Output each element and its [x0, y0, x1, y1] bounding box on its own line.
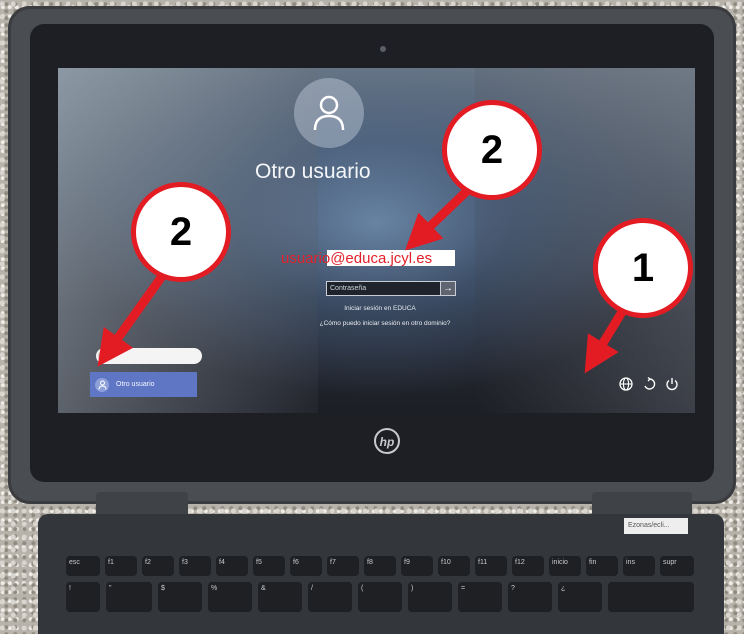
- sign-in-educa-text: Iniciar sesión en EDUCA: [344, 305, 416, 312]
- key-f12: f12: [512, 556, 544, 576]
- other-user-avatar-icon: [95, 377, 109, 392]
- other-domain-link[interactable]: ¿Cómo puedo iniciar sesión en otro domin…: [310, 320, 460, 328]
- key-f10: f10: [438, 556, 470, 576]
- key-0: =: [458, 582, 502, 612]
- asset-sticker: Ezonas/ecli...: [624, 518, 688, 534]
- key-8: (: [358, 582, 402, 612]
- user-avatar-icon: [294, 78, 364, 148]
- user-title: Otro usuario: [255, 160, 371, 183]
- key-5: %: [208, 582, 252, 612]
- webcam: [380, 46, 386, 52]
- submit-arrow-button[interactable]: →: [441, 281, 456, 296]
- key-supr: supr: [660, 556, 694, 576]
- key-backspace: [608, 582, 694, 612]
- key-f8: f8: [364, 556, 396, 576]
- network-globe-icon[interactable]: [618, 376, 634, 392]
- key-f6: f6: [290, 556, 322, 576]
- key-f3: f3: [179, 556, 211, 576]
- key-inicio: inicio: [549, 556, 581, 576]
- callout-left: 2: [131, 182, 231, 282]
- key-2: ": [106, 582, 152, 612]
- key-ins: ins: [623, 556, 655, 576]
- key-f9: f9: [401, 556, 433, 576]
- key-f2: f2: [142, 556, 174, 576]
- callout-right: 1: [593, 218, 693, 318]
- power-icon[interactable]: [664, 376, 680, 392]
- key-7: /: [308, 582, 352, 612]
- key-shift-1: !: [66, 582, 100, 612]
- system-tray: [618, 376, 680, 392]
- key-f4: f4: [216, 556, 248, 576]
- email-hint-overlay: usuario@educa.jcyl.es: [281, 250, 433, 267]
- key-f1: f1: [105, 556, 137, 576]
- other-user-label: Otro usuario: [116, 381, 155, 388]
- hp-logo: hp: [374, 428, 400, 454]
- key-f11: f11: [475, 556, 507, 576]
- previous-user-tile[interactable]: [96, 348, 202, 364]
- accessibility-icon[interactable]: [641, 376, 657, 392]
- key-question: ?: [508, 582, 552, 612]
- key-f7: f7: [327, 556, 359, 576]
- previous-user-avatar-icon: [98, 350, 110, 362]
- password-field[interactable]: Contraseña: [326, 281, 441, 296]
- callout-top: 2: [442, 100, 542, 200]
- password-row: Contraseña →: [326, 281, 456, 296]
- key-inverted-question: ¿: [558, 582, 602, 612]
- key-fin: fin: [586, 556, 618, 576]
- key-3-4: $: [158, 582, 202, 612]
- other-user-tile[interactable]: Otro usuario: [90, 372, 197, 397]
- key-9: ): [408, 582, 452, 612]
- key-f5: f5: [253, 556, 285, 576]
- key-6: &: [258, 582, 302, 612]
- key-esc: esc: [66, 556, 100, 576]
